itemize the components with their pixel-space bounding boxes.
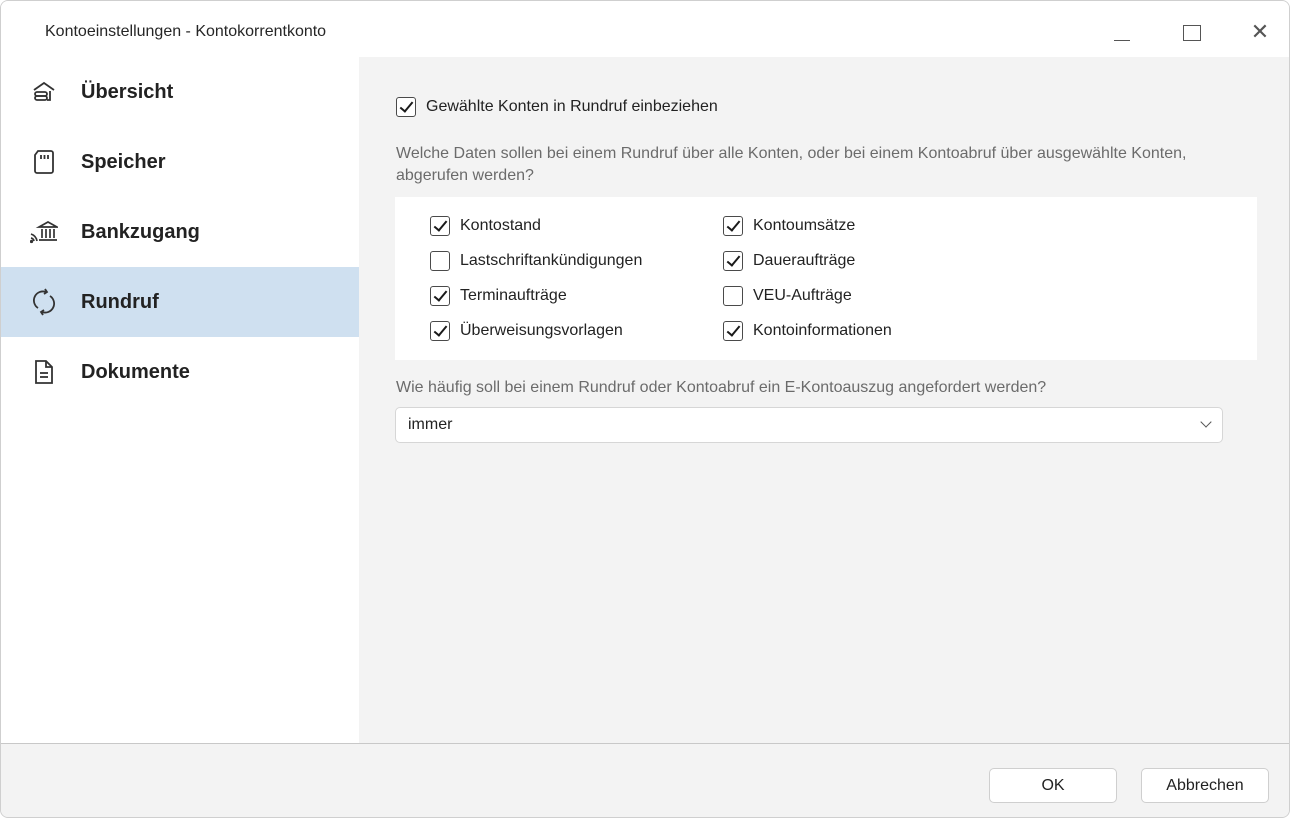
option-checkbox[interactable]: [723, 251, 743, 271]
option-checkbox[interactable]: [430, 286, 450, 306]
option-checkbox[interactable]: [430, 321, 450, 341]
sidebar-item-label: Speicher: [81, 150, 166, 173]
option-lastschriftankuendigungen[interactable]: Lastschriftankündigungen: [430, 251, 642, 271]
option-kontoumsaetze[interactable]: Kontoumsätze: [723, 216, 855, 236]
sidebar: Übersicht Speicher Bankzugang Rundruf Do…: [1, 57, 359, 743]
sidebar-item-speicher[interactable]: Speicher: [1, 127, 359, 197]
sidebar-item-uebersicht[interactable]: Übersicht: [1, 57, 359, 127]
option-kontoinformationen[interactable]: Kontoinformationen: [723, 321, 892, 341]
sidebar-item-label: Dokumente: [81, 360, 190, 383]
option-label: Überweisungsvorlagen: [460, 322, 623, 339]
option-ueberweisungsvorlagen[interactable]: Überweisungsvorlagen: [430, 321, 623, 341]
close-icon: ✕: [1250, 20, 1270, 45]
option-dauerauftraege[interactable]: Daueraufträge: [723, 251, 855, 271]
option-checkbox[interactable]: [723, 216, 743, 236]
cancel-button[interactable]: Abbrechen: [1141, 768, 1269, 803]
option-label: Kontoumsätze: [753, 217, 856, 234]
sidebar-item-bankzugang[interactable]: Bankzugang: [1, 197, 359, 267]
sidebar-item-rundruf[interactable]: Rundruf: [1, 267, 359, 337]
option-label: Terminaufträge: [460, 287, 567, 304]
sidebar-item-label: Übersicht: [81, 80, 174, 103]
minimize-icon: [1114, 39, 1130, 41]
option-label: VEU-Aufträge: [753, 287, 852, 304]
options-panel: Kontostand Kontoumsätze Lastschriftankün…: [395, 197, 1257, 360]
include-accounts-checkbox-row[interactable]: Gewählte Konten in Rundruf einbeziehen: [396, 97, 718, 117]
sidebar-item-label: Bankzugang: [81, 220, 200, 243]
option-checkbox[interactable]: [723, 286, 743, 306]
option-checkbox[interactable]: [430, 216, 450, 236]
sidebar-item-label: Rundruf: [81, 290, 159, 313]
settings-dialog: Kontoeinstellungen - Kontokorrentkonto ✕…: [0, 0, 1290, 818]
minimize-button[interactable]: [1099, 15, 1145, 51]
option-veu-auftraege[interactable]: VEU-Aufträge: [723, 286, 852, 306]
frequency-select[interactable]: immer: [395, 407, 1223, 443]
chevron-down-icon: [1200, 416, 1212, 428]
sidebar-item-dokumente[interactable]: Dokumente: [1, 337, 359, 407]
option-label: Daueraufträge: [753, 252, 856, 269]
option-kontostand[interactable]: Kontostand: [430, 216, 541, 236]
bank-overview-icon: [29, 77, 59, 107]
ok-button[interactable]: OK: [989, 768, 1117, 803]
option-label: Kontoinformationen: [753, 322, 892, 339]
main-panel: Gewählte Konten in Rundruf einbeziehen W…: [359, 57, 1289, 743]
dialog-footer: OK Abbrechen: [1, 743, 1289, 817]
title-bar: Kontoeinstellungen - Kontokorrentkonto ✕: [1, 1, 1289, 57]
maximize-button[interactable]: [1169, 15, 1215, 51]
sync-icon: [29, 287, 59, 317]
option-label: Lastschriftankündigungen: [460, 252, 643, 269]
include-accounts-label: Gewählte Konten in Rundruf einbeziehen: [426, 98, 718, 115]
bank-access-icon: [29, 217, 59, 247]
include-accounts-checkbox[interactable]: [396, 97, 416, 117]
close-button[interactable]: ✕: [1237, 15, 1283, 51]
document-icon: [29, 357, 59, 387]
window-title: Kontoeinstellungen - Kontokorrentkonto: [45, 23, 327, 40]
option-label: Kontostand: [460, 217, 541, 234]
frequency-select-value: immer: [408, 416, 453, 433]
maximize-icon: [1183, 25, 1201, 41]
option-terminauftraege[interactable]: Terminaufträge: [430, 286, 567, 306]
frequency-question: Wie häufig soll bei einem Rundruf oder K…: [396, 379, 1047, 396]
sd-card-icon: [29, 147, 59, 177]
data-question: Welche Daten sollen bei einem Rundruf üb…: [396, 145, 1187, 184]
option-checkbox[interactable]: [723, 321, 743, 341]
option-checkbox[interactable]: [430, 251, 450, 271]
